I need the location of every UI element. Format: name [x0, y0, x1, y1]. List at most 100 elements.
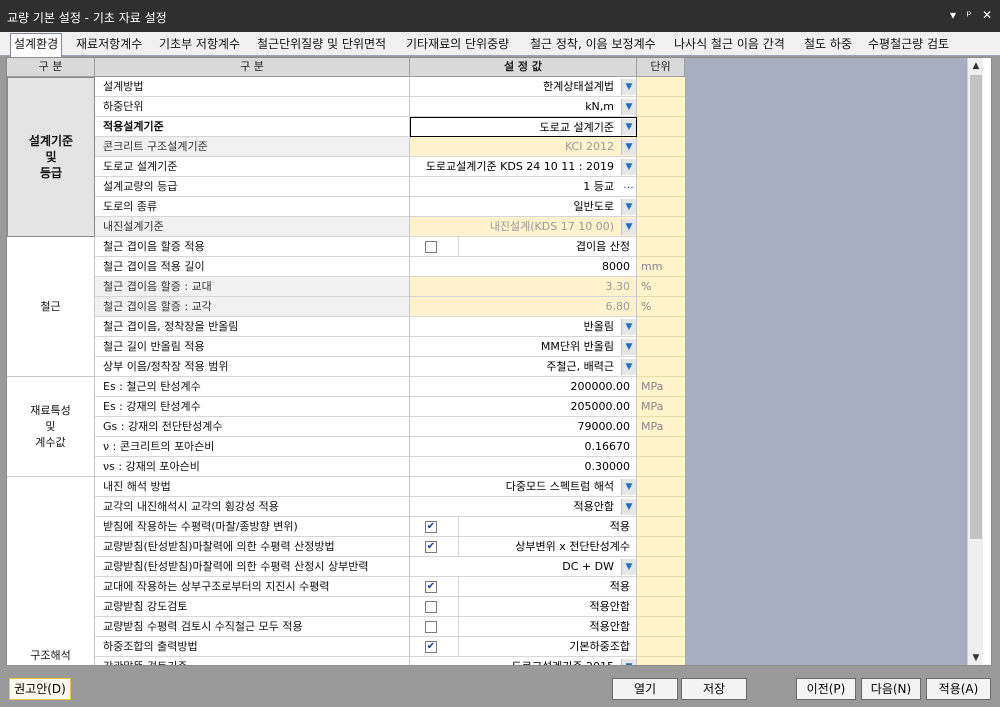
- setting-value[interactable]: 도로교설계기준 2015: [410, 657, 637, 665]
- scroll-down-icon[interactable]: ▼: [968, 650, 984, 665]
- setting-row[interactable]: 하중조합의 출력방법 기본하중조합 ✔: [95, 637, 685, 657]
- group-material-properties[interactable]: 재료특성 및 계수값: [7, 377, 95, 477]
- group-structural-analysis[interactable]: 구조해석: [7, 477, 95, 665]
- setting-row[interactable]: 내진설계기준 내진설계(KDS 17 10 00) ▼: [95, 217, 685, 237]
- setting-row[interactable]: 도로의 종류 일반도로 ▼: [95, 197, 685, 217]
- setting-value[interactable]: 내진설계(KDS 17 10 00): [410, 217, 637, 237]
- open-button[interactable]: 열기: [612, 678, 678, 700]
- setting-value[interactable]: 도로교설계기준 KDS 24 10 11 : 2019: [410, 157, 637, 177]
- setting-row[interactable]: 교량받침(탄성받침)마찰력에 의한 수평력 산정방법 상부변위 x 전단탄성계수 ✔: [95, 537, 685, 557]
- tab-horizontal-rebar[interactable]: 수평철근량 검토: [868, 34, 949, 56]
- save-button[interactable]: 저장: [681, 678, 747, 700]
- setting-value[interactable]: 적용안함: [410, 497, 637, 517]
- dropdown-icon[interactable]: ▾: [946, 8, 960, 22]
- group-design-criteria[interactable]: 설계기준 및 등급: [7, 77, 95, 237]
- setting-value[interactable]: 도로교 설계기준: [410, 117, 637, 137]
- setting-row[interactable]: 상부 이음/정착장 적용 범위 주철근, 배력근 ▼: [95, 357, 685, 377]
- setting-row[interactable]: 교량받침(탄성받침)마찰력에 의한 수평력 산정시 상부반력 DC + DW ▼: [95, 557, 685, 577]
- checkbox-checked-icon[interactable]: ✔: [425, 541, 437, 553]
- setting-row[interactable]: Gs : 강재의 전단탄성계수 79000.00 MPa: [95, 417, 685, 437]
- tab-anchorage-factor[interactable]: 철근 정착, 이음 보정계수: [530, 34, 656, 56]
- apply-button[interactable]: 적용(A): [926, 678, 991, 700]
- group-rebar[interactable]: 철근: [7, 237, 95, 377]
- dropdown-arrow-icon[interactable]: ▼: [621, 479, 636, 495]
- setting-row[interactable]: 받침에 작용하는 수평력(마찰/종방향 변위) 적용 ✔: [95, 517, 685, 537]
- checkbox-checked-icon[interactable]: ✔: [425, 521, 437, 533]
- setting-row[interactable]: 하중단위 kN,m ▼: [95, 97, 685, 117]
- tab-threaded-splice[interactable]: 나사식 철근 이음 간격: [674, 34, 785, 56]
- setting-row[interactable]: 철근 겹이음 할증 : 교대 3.30%: [95, 277, 685, 297]
- dropdown-arrow-icon[interactable]: ▼: [621, 79, 636, 95]
- scroll-up-icon[interactable]: ▲: [968, 58, 984, 74]
- setting-row[interactable]: Es : 강재의 탄성계수 205000.00 MPa: [95, 397, 685, 417]
- setting-row[interactable]: 교각의 내진해석시 교각의 횡강성 적용 적용안함 ▼: [95, 497, 685, 517]
- setting-value[interactable]: 상부변위 x 전단탄성계수: [410, 537, 637, 557]
- setting-value[interactable]: 일반도로: [410, 197, 637, 217]
- dropdown-arrow-icon[interactable]: ▼: [621, 559, 636, 575]
- dropdown-arrow-icon[interactable]: ▼: [621, 99, 636, 115]
- setting-value[interactable]: 적용: [410, 517, 637, 537]
- setting-row[interactable]: 강관말뚝 검토기준도로교설계기준 2015▼: [95, 657, 685, 665]
- checkbox-checked-icon[interactable]: ✔: [425, 641, 437, 653]
- dropdown-arrow-icon[interactable]: ▼: [621, 139, 636, 155]
- setting-value[interactable]: 적용안함: [410, 617, 637, 637]
- dropdown-arrow-icon[interactable]: ▼: [621, 199, 636, 215]
- setting-row[interactable]: 내진 해석 방법 다중모드 스펙트럼 해석 ▼: [95, 477, 685, 497]
- setting-value[interactable]: 반올림: [410, 317, 637, 337]
- recommend-button[interactable]: 권고안(D): [9, 678, 71, 700]
- pin-icon[interactable]: ᵖ: [962, 8, 976, 22]
- setting-value[interactable]: 기본하중조합: [410, 637, 637, 657]
- vertical-scrollbar[interactable]: ▲ ▼: [967, 58, 984, 665]
- dropdown-arrow-icon[interactable]: ▼: [621, 219, 636, 235]
- setting-value[interactable]: 적용: [410, 577, 637, 597]
- dropdown-arrow-icon[interactable]: ▼: [621, 359, 636, 375]
- tab-material-resistance[interactable]: 재료저항계수: [76, 34, 142, 56]
- dropdown-arrow-icon[interactable]: ▼: [621, 499, 636, 515]
- dropdown-arrow-icon[interactable]: ▼: [621, 159, 636, 175]
- setting-value[interactable]: 200000.00: [410, 377, 637, 397]
- setting-row[interactable]: ν : 콘크리트의 포아슨비 0.16670: [95, 437, 685, 457]
- dropdown-arrow-icon[interactable]: ▼: [621, 119, 636, 135]
- prev-button[interactable]: 이전(P): [796, 678, 856, 700]
- setting-value[interactable]: KCI 2012: [410, 137, 637, 157]
- setting-row[interactable]: 콘크리트 구조설계기준 KCI 2012 ▼: [95, 137, 685, 157]
- setting-value[interactable]: 0.16670: [410, 437, 637, 457]
- checkbox-icon[interactable]: [425, 621, 437, 633]
- close-icon[interactable]: ✕: [980, 8, 994, 22]
- setting-row[interactable]: 철근 겹이음, 정착장을 반올림 반올림 ▼: [95, 317, 685, 337]
- setting-value[interactable]: 주철근, 배력근: [410, 357, 637, 377]
- ellipsis-button[interactable]: ...: [621, 179, 636, 195]
- setting-row[interactable]: 교량받침 강도검토 적용안함: [95, 597, 685, 617]
- tab-foundation-resistance[interactable]: 기초부 저항계수: [159, 34, 240, 56]
- setting-row[interactable]: 철근 겹이음 할증 적용 겹이음 산정: [95, 237, 685, 257]
- next-button[interactable]: 다음(N): [861, 678, 921, 700]
- setting-value[interactable]: 1 등교: [410, 177, 637, 197]
- checkbox-icon[interactable]: [425, 241, 437, 253]
- tab-railway-load[interactable]: 철도 하중: [804, 34, 852, 56]
- dropdown-arrow-icon[interactable]: ▼: [621, 659, 636, 665]
- dropdown-arrow-icon[interactable]: ▼: [621, 319, 636, 335]
- checkbox-checked-icon[interactable]: ✔: [425, 581, 437, 593]
- tab-unit-weight[interactable]: 기타재료의 단위중량: [406, 34, 509, 56]
- setting-value[interactable]: 0.30000: [410, 457, 637, 477]
- setting-value[interactable]: 겹이음 산정: [410, 237, 637, 257]
- setting-value[interactable]: 205000.00: [410, 397, 637, 417]
- checkbox-icon[interactable]: [425, 601, 437, 613]
- setting-value[interactable]: 다중모드 스펙트럼 해석: [410, 477, 637, 497]
- setting-value[interactable]: 적용안함: [410, 597, 637, 617]
- setting-row[interactable]: 도로교 설계기준 도로교설계기준 KDS 24 10 11 : 2019 ▼: [95, 157, 685, 177]
- setting-value[interactable]: 8000: [410, 257, 637, 277]
- setting-row[interactable]: νs : 강재의 포아슨비 0.30000: [95, 457, 685, 477]
- setting-row[interactable]: 철근 겹이음 적용 길이 8000 mm: [95, 257, 685, 277]
- tab-design-environment[interactable]: 설계환경: [10, 33, 63, 57]
- setting-value[interactable]: 3.30: [410, 277, 637, 297]
- setting-value[interactable]: kN,m: [410, 97, 637, 117]
- setting-row[interactable]: 설계방법 한계상태설계법 ▼: [95, 77, 685, 97]
- setting-row[interactable]: 교량받침 수평력 검토시 수직철근 모두 적용 적용안함: [95, 617, 685, 637]
- setting-value[interactable]: 79000.00: [410, 417, 637, 437]
- scroll-thumb[interactable]: [970, 75, 982, 539]
- setting-value[interactable]: MM단위 반올림: [410, 337, 637, 357]
- setting-row[interactable]: 적용설계기준 도로교 설계기준 ▼: [95, 117, 685, 137]
- setting-row[interactable]: 철근 겹이음 할증 : 교각 6.80%: [95, 297, 685, 317]
- setting-value[interactable]: 한계상태설계법: [410, 77, 637, 97]
